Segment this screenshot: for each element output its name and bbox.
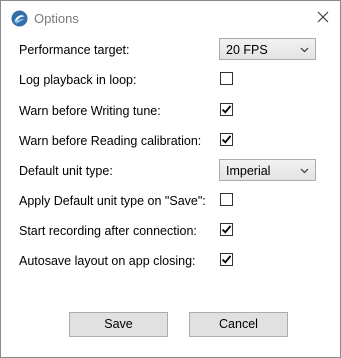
performance-target-dropdown[interactable]: 20 FPS <box>219 38 316 60</box>
checkmark-icon <box>221 135 232 144</box>
row-autosave-layout: Autosave layout on app closing: <box>19 249 329 273</box>
checkmark-icon <box>221 225 232 234</box>
cancel-button[interactable]: Cancel <box>189 312 288 337</box>
autosave-layout-checkbox[interactable] <box>220 253 233 266</box>
performance-target-value: 20 FPS <box>226 43 268 57</box>
save-button[interactable]: Save <box>69 312 168 337</box>
warn-writing-tune-checkbox[interactable] <box>220 103 233 116</box>
apply-unit-on-save-checkbox[interactable] <box>220 193 233 206</box>
app-logo-icon <box>11 10 28 27</box>
checkmark-icon <box>221 255 232 264</box>
start-recording-label: Start recording after connection: <box>19 224 197 238</box>
row-log-playback-loop: Log playback in loop: <box>19 68 329 92</box>
chevron-down-icon <box>300 168 309 174</box>
row-warn-writing-tune: Warn before Writing tune: <box>19 99 329 123</box>
autosave-layout-label: Autosave layout on app closing: <box>19 254 196 268</box>
close-icon[interactable] <box>311 7 335 29</box>
default-unit-type-value: Imperial <box>226 164 271 178</box>
warn-reading-calibration-checkbox[interactable] <box>220 133 233 146</box>
warn-reading-calibration-label: Warn before Reading calibration: <box>19 134 202 148</box>
row-warn-reading-calibration: Warn before Reading calibration: <box>19 129 329 153</box>
chevron-down-icon <box>300 47 309 53</box>
performance-target-label: Performance target: <box>19 43 130 57</box>
warn-writing-tune-label: Warn before Writing tune: <box>19 104 161 118</box>
row-start-recording: Start recording after connection: <box>19 219 329 243</box>
default-unit-type-label: Default unit type: <box>19 164 113 178</box>
window-title: Options <box>34 11 79 26</box>
row-performance-target: Performance target: 20 FPS <box>19 38 329 62</box>
log-playback-loop-label: Log playback in loop: <box>19 73 137 87</box>
row-default-unit-type: Default unit type: Imperial <box>19 159 329 183</box>
log-playback-loop-checkbox[interactable] <box>220 72 233 85</box>
checkmark-icon <box>221 105 232 114</box>
options-dialog: Options Performance target: 20 FPS Log p… <box>0 0 341 358</box>
apply-unit-on-save-label: Apply Default unit type on "Save": <box>19 194 206 208</box>
title-bar: Options <box>1 1 340 35</box>
row-apply-unit-on-save: Apply Default unit type on "Save": <box>19 189 329 213</box>
default-unit-type-dropdown[interactable]: Imperial <box>219 159 316 181</box>
start-recording-checkbox[interactable] <box>220 223 233 236</box>
